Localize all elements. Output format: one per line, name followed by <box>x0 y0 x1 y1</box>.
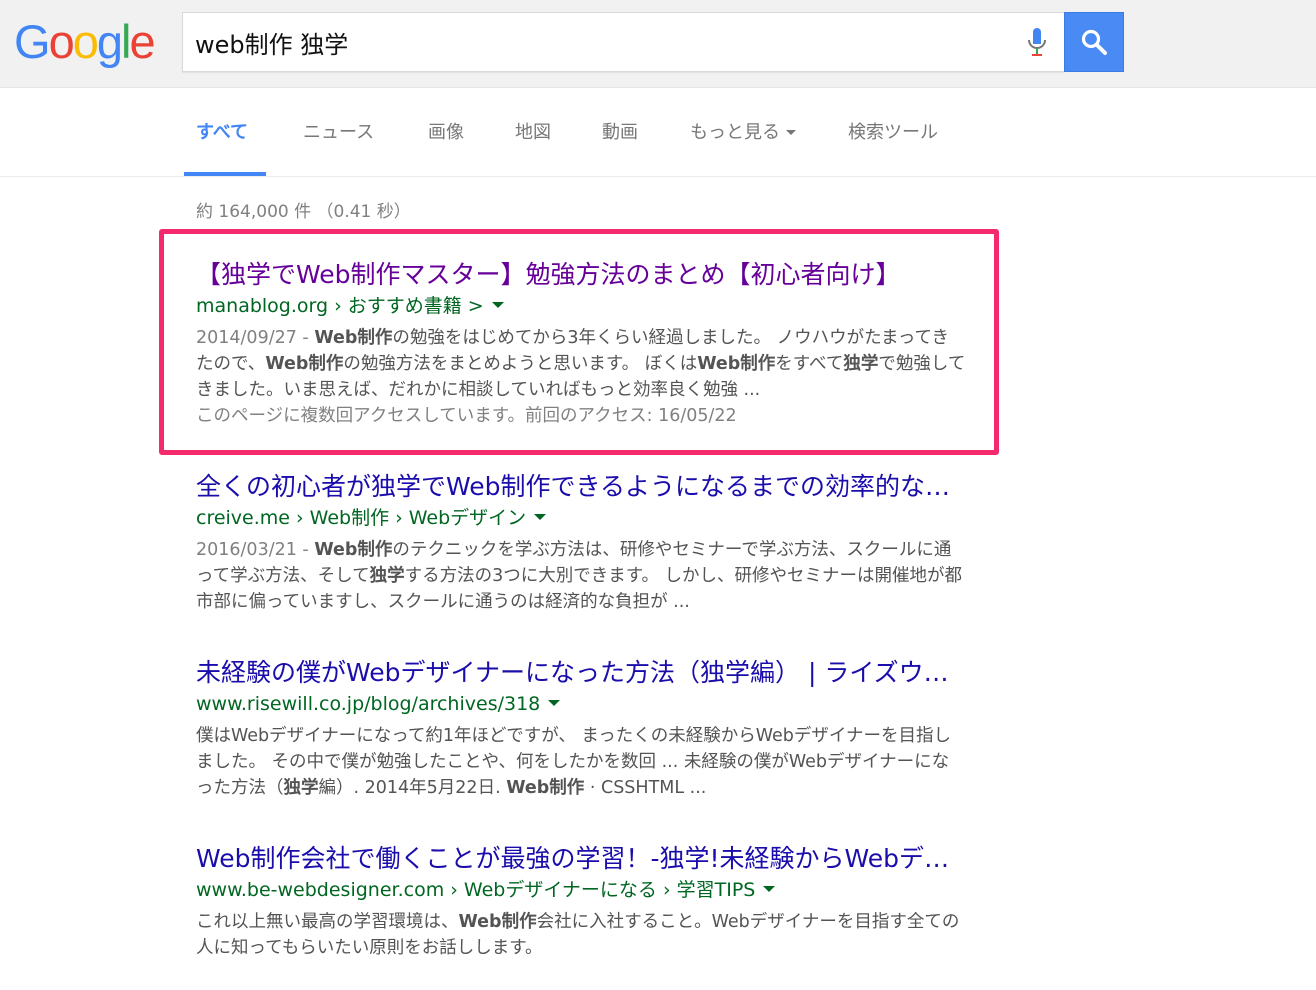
logo-letter: e <box>129 15 155 68</box>
snippet-part: Web制作 <box>458 912 537 932</box>
search-result: 全くの初心者が独学でWeb制作できるようになるまでの効率的な勉強法 creive… <box>196 471 976 615</box>
result-date: 2014/09/27 - <box>196 328 315 348</box>
result-url-text: creive.me › Web制作 › Webデザイン <box>196 507 527 529</box>
url-dropdown-icon[interactable] <box>763 886 776 892</box>
tab-more-label: もっと見る <box>690 122 780 143</box>
snippet-part: をすべて <box>775 354 844 374</box>
tab-videos[interactable]: 動画 <box>602 118 638 144</box>
result-url-text: manablog.org › おすすめ書籍 > <box>196 295 484 317</box>
chevron-down-icon <box>786 129 796 135</box>
snippet-part: 独学 <box>843 354 879 374</box>
search-result: 未経験の僕がWebデザイナーになった方法（独学編） | ライズウィル www.r… <box>196 657 976 801</box>
snippet-part: Web制作 <box>506 778 585 798</box>
snippet-part: 独学 <box>283 778 319 798</box>
snippet-part: Web制作 <box>314 540 393 560</box>
tab-all[interactable]: すべて <box>196 118 248 144</box>
search-header: Google <box>0 0 1316 88</box>
snippet-part: Web制作 <box>314 328 393 348</box>
logo-letter: g <box>96 15 123 68</box>
search-box <box>182 12 1064 72</box>
logo-letter: o <box>48 15 75 68</box>
tab-search-tools[interactable]: 検索ツール <box>848 118 938 144</box>
result-title-link[interactable]: Web制作会社で働くことが最強の学習！-独学!未経験からWebデザイナー <box>196 843 966 875</box>
result-date: 2016/03/21 - <box>196 540 315 560</box>
tab-images[interactable]: 画像 <box>428 118 464 144</box>
tab-more[interactable]: もっと見る <box>690 118 796 144</box>
search-button[interactable] <box>1064 12 1124 72</box>
google-logo[interactable]: Google <box>14 15 156 68</box>
result-url-text: www.risewill.co.jp/blog/archives/318 <box>196 693 541 715</box>
search-result: 【独学でWeb制作マスター】勉強方法のまとめ【初心者向け】 manablog.o… <box>196 259 976 429</box>
snippet-part: 編）. 2014年5月22日. <box>318 778 507 798</box>
result-url: www.risewill.co.jp/blog/archives/318 <box>196 691 976 717</box>
url-dropdown-icon[interactable] <box>491 302 504 308</box>
result-snippet: 僕はWebデザイナーになって約1年ほどですが、 まったくの未経験からWebデザイ… <box>196 723 966 801</box>
microphone-icon[interactable] <box>1019 27 1055 59</box>
result-title-link[interactable]: 未経験の僕がWebデザイナーになった方法（独学編） | ライズウィル <box>196 657 966 689</box>
snippet-part: · CSSHTML ... <box>584 778 707 798</box>
url-dropdown-icon[interactable] <box>534 514 547 520</box>
result-title-link[interactable]: 【独学でWeb制作マスター】勉強方法のまとめ【初心者向け】 <box>196 259 966 291</box>
result-snippet: これ以上無い最高の学習環境は、Web制作会社に入社すること。Webデザイナーを目… <box>196 909 966 961</box>
snippet-part: Web制作 <box>265 354 344 374</box>
logo-letter: G <box>14 15 51 68</box>
search-tabs: すべて ニュース 画像 地図 動画 もっと見る 検索ツール <box>0 89 1316 177</box>
snippet-part: 独学 <box>369 566 405 586</box>
logo-letter: o <box>72 15 99 68</box>
snippet-part: これ以上無い最高の学習環境は、 <box>196 912 459 932</box>
result-url-text: www.be-webdesigner.com › Webデザイナーになる › 学… <box>196 879 756 901</box>
result-url: manablog.org › おすすめ書籍 > <box>196 293 976 319</box>
tab-maps[interactable]: 地図 <box>515 118 551 144</box>
active-tab-indicator <box>184 172 266 176</box>
url-dropdown-icon[interactable] <box>548 700 561 706</box>
tab-news[interactable]: ニュース <box>303 118 374 144</box>
result-snippet: 2014/09/27 - Web制作の勉強をはじめてから3年くらい経過しました。… <box>196 325 966 403</box>
result-url: www.be-webdesigner.com › Webデザイナーになる › 学… <box>196 877 976 903</box>
result-stats: 約 164,000 件 （0.41 秒） <box>196 202 411 222</box>
logo-letter: l <box>120 15 132 68</box>
magnifier-icon <box>1081 29 1107 55</box>
snippet-part: Web制作 <box>697 354 776 374</box>
result-title-link[interactable]: 全くの初心者が独学でWeb制作できるようになるまでの効率的な勉強法 <box>196 471 966 503</box>
result-snippet: 2016/03/21 - Web制作のテクニックを学ぶ方法は、研修やセミナーで学… <box>196 537 966 615</box>
search-result: Web制作会社で働くことが最強の学習！-独学!未経験からWebデザイナー www… <box>196 843 976 961</box>
result-url: creive.me › Web制作 › Webデザイン <box>196 505 976 531</box>
snippet-part: の勉強方法をまとめようと思います。 ぼくは <box>343 354 698 374</box>
visit-note: このページに複数回アクセスしています。前回のアクセス: 16/05/22 <box>196 406 737 426</box>
search-input[interactable] <box>195 13 1015 71</box>
